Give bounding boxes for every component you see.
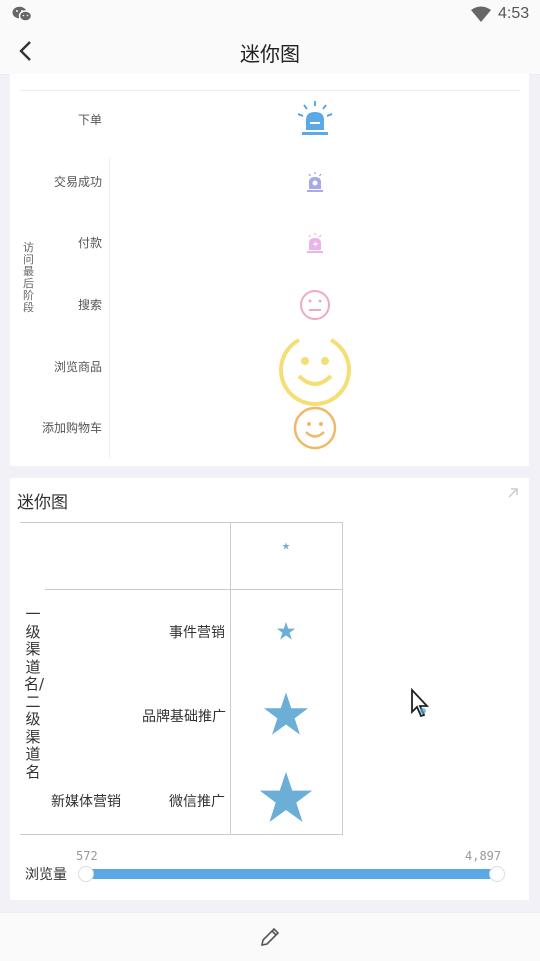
- divider: [109, 158, 110, 458]
- group-label: 新媒体营销: [51, 794, 121, 810]
- status-time: 4:53: [498, 5, 530, 22]
- row-label: 事件营销: [169, 625, 225, 641]
- bottom-bar: [0, 912, 540, 961]
- row-label: 微信推广: [169, 794, 225, 810]
- slider-min-handle[interactable]: [78, 866, 94, 882]
- star-icon: [276, 622, 296, 640]
- smile-face-icon: [279, 338, 351, 406]
- slider-max-value: 4,897: [465, 849, 502, 863]
- table-border: [45, 589, 343, 590]
- row-label: 下单: [77, 113, 102, 127]
- row-label: 付款: [77, 236, 102, 250]
- mouse-cursor-icon: [411, 688, 430, 718]
- neutral-face-icon: [300, 290, 330, 320]
- page-title: 迷你图: [240, 42, 300, 66]
- table-border: [342, 522, 343, 835]
- slider-min-value: 572: [76, 849, 98, 863]
- edit-pencil-icon[interactable]: [258, 925, 282, 949]
- slider-max-handle[interactable]: [489, 866, 505, 882]
- wechat-icon: [12, 6, 32, 22]
- icon-chart-card: 访问最后阶段 下单 交易成功 付款 搜索 浏览商品 添加购物车: [10, 74, 529, 466]
- smile-face-icon: [293, 406, 337, 450]
- row-label: 添加购物车: [41, 421, 102, 435]
- star-icon: [263, 692, 309, 735]
- row-label: 搜索: [77, 298, 102, 312]
- row-label: 交易成功: [53, 175, 102, 189]
- divider: [20, 90, 520, 91]
- row-label: 品牌基础推广: [142, 709, 226, 725]
- slider-label: 浏览量: [25, 867, 67, 883]
- star-icon: [259, 771, 313, 823]
- axis-label: 一级渠道名/二级渠道名: [24, 605, 45, 781]
- camera-alarm-icon: [307, 172, 323, 192]
- mini-chart-card: 迷你图 一级渠道名/二级渠道名 事件营销 品牌基础推广 新媒体营销 微信推广 浏…: [10, 478, 529, 900]
- alarm-light-icon: [297, 101, 333, 135]
- card-title: 迷你图: [17, 493, 68, 513]
- title-bar: 迷你图: [0, 28, 540, 75]
- status-bar: 4:53: [0, 0, 540, 28]
- table-border: [20, 834, 343, 835]
- expand-icon[interactable]: [506, 486, 520, 500]
- wifi-icon: [471, 6, 491, 22]
- table-border: [230, 522, 231, 835]
- table-border: [20, 522, 343, 523]
- star-icon: [282, 542, 290, 550]
- row-label: 浏览商品: [53, 360, 102, 374]
- flash-alarm-icon: [307, 233, 323, 253]
- range-slider-track[interactable]: [86, 869, 498, 879]
